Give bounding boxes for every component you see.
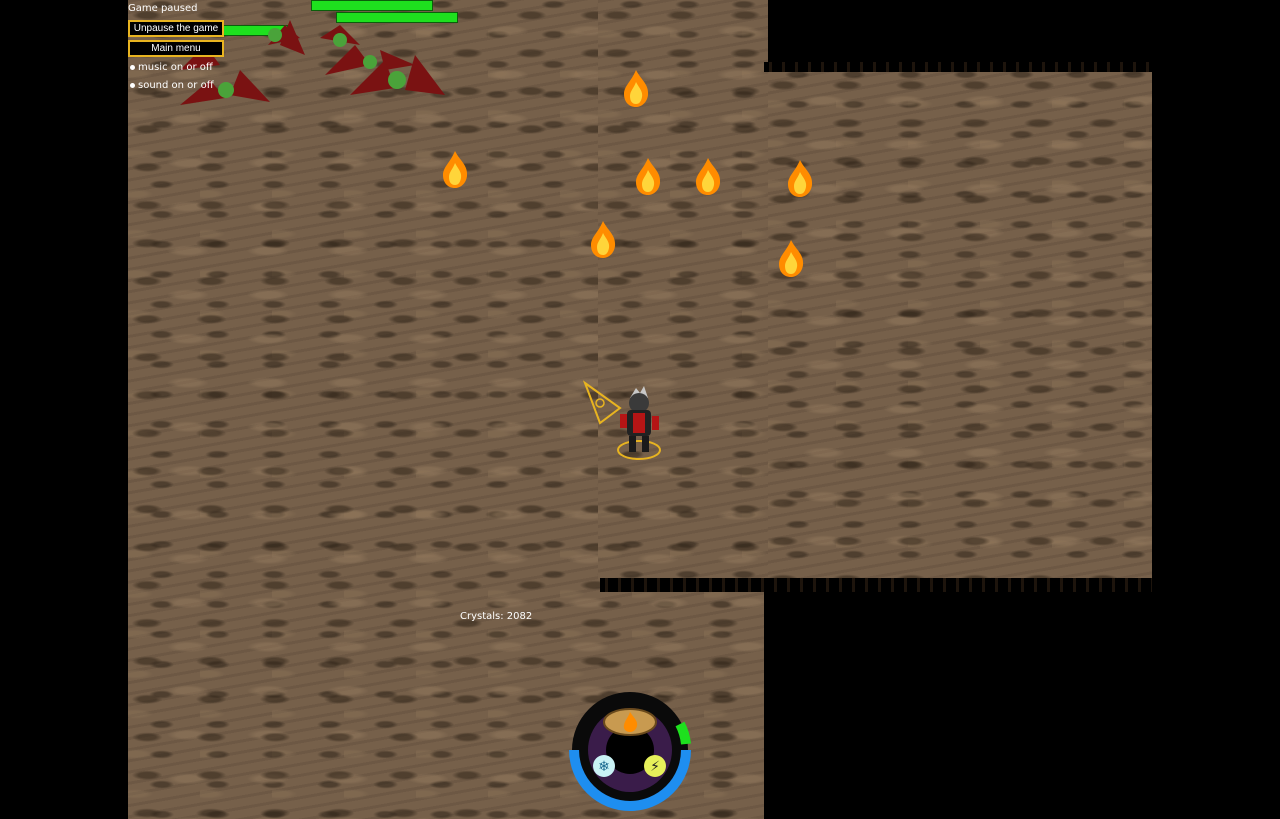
cave-wall-edge: [600, 578, 1152, 592]
fireball: [624, 70, 649, 107]
fireball: [696, 158, 721, 195]
cave-floor: [764, 70, 1152, 580]
selection-ring: [617, 440, 661, 460]
snowflake-icon[interactable]: ❄: [593, 755, 615, 777]
music-toggle-label: music on or off: [138, 62, 213, 73]
fireball: [636, 158, 661, 195]
radio-dot-icon: [130, 82, 135, 88]
sound-toggle-label: sound on or off: [138, 80, 214, 91]
stamina-ring: [675, 721, 691, 745]
main-menu-button[interactable]: Main menu: [128, 40, 224, 57]
aim-indicator: [582, 380, 622, 425]
crystal-counter: Crystals: 2082: [460, 611, 533, 622]
bat-enemy: [325, 45, 415, 75]
fireball: [591, 221, 616, 258]
music-toggle[interactable]: music on or off: [130, 62, 213, 74]
fireball: [443, 151, 468, 188]
svg-text:❄: ❄: [598, 759, 610, 775]
cave-wall-edge: [764, 62, 1152, 72]
pause-status: Game paused: [128, 3, 198, 14]
player-character: [582, 380, 661, 460]
fireball: [779, 240, 804, 277]
fire-icon[interactable]: [603, 708, 657, 736]
svg-text:⚡: ⚡: [650, 759, 660, 775]
lightning-icon[interactable]: ⚡: [644, 755, 666, 777]
radio-dot-icon: [130, 64, 135, 70]
fireball: [788, 160, 813, 197]
unpause-button[interactable]: Unpause the game: [128, 20, 224, 37]
sound-toggle[interactable]: sound on or off: [130, 80, 214, 92]
spell-wheel[interactable]: ❄ ⚡: [568, 688, 692, 812]
